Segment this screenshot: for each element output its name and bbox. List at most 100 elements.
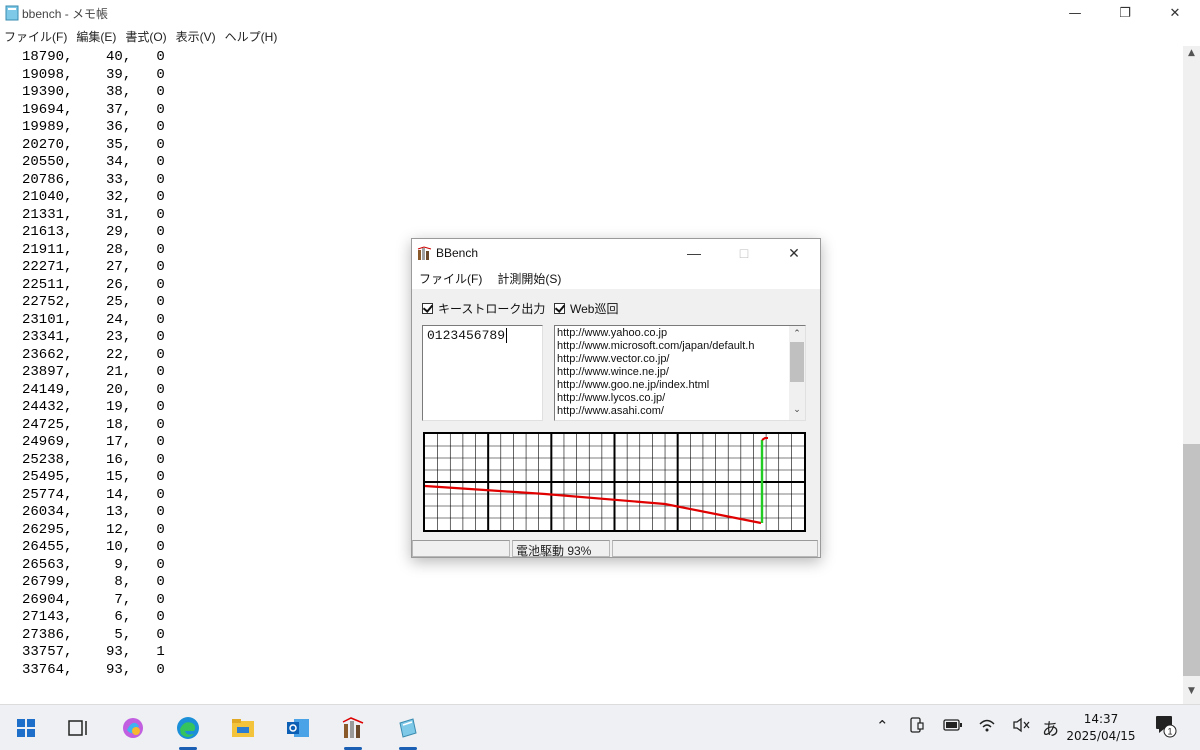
url-item[interactable]: http://www.asahi.com/ [557,405,787,418]
text-line: 24149, 20, 0 [22,381,165,398]
text-line: 26563, 9, 0 [22,556,165,573]
restore-button[interactable]: ❐ [1100,0,1150,26]
notification-count: 1 [1167,727,1172,737]
url-item[interactable]: http://www.lycos.co.jp/ [557,392,787,405]
web-checkbox[interactable]: Web巡回 [554,300,618,317]
copilot-icon[interactable] [118,713,148,743]
text-line: 25238, 16, 0 [22,451,165,468]
scroll-thumb[interactable] [1183,444,1200,676]
text-line: 25774, 14, 0 [22,486,165,503]
outlook-icon[interactable] [283,713,313,743]
text-line: 20786, 33, 0 [22,171,165,188]
text-line: 19989, 36, 0 [22,119,165,135]
bbench-close-button[interactable]: ✕ [771,239,817,267]
edge-icon[interactable] [173,713,203,743]
clock-date: 2025/04/15 [1066,729,1136,743]
bbench-minimize-button[interactable]: — [671,239,717,267]
url-list[interactable]: http://www.yahoo.co.jp http://www.micros… [554,325,806,421]
checkbox-checked-icon[interactable] [422,303,433,314]
web-checkbox-label: Web巡回 [570,302,619,316]
notepad-menu-bar: ファイル(F) 編集(E) 書式(O) 表示(V) ヘルプ(H) [0,26,1200,46]
menu-edit[interactable]: 編集(E) [72,26,121,46]
text-line: 23662, 22, 0 [22,346,165,363]
url-item[interactable]: http://www.goo.ne.jp/index.html [557,379,787,392]
bbench-window-title: BBench [436,246,479,260]
text-line: 21613, 29, 0 [22,224,165,240]
show-hidden-icons-icon[interactable]: ⌃ [876,717,889,735]
text-line: 26455, 10, 0 [22,539,165,555]
text-line: 23897, 21, 0 [22,364,165,380]
bbench-status-bar: 電池駆動 93% [412,540,820,558]
text-line: 26904, 7, 0 [22,591,165,608]
clock-time: 14:37 [1083,712,1119,726]
battery-recovery-mark [761,437,768,441]
battery-graph [423,432,806,532]
text-line: 18790, 40, 0 [22,49,165,65]
task-view-icon[interactable] [63,713,93,743]
url-list-scroll-thumb[interactable] [790,342,804,382]
text-line: 27143, 6, 0 [22,609,165,625]
scroll-down-icon[interactable]: ▼ [1183,686,1200,702]
url-item[interactable]: http://www.wince.ne.jp/ [557,366,787,379]
wifi-icon[interactable] [978,717,996,737]
url-list-scrollbar[interactable]: ⌃ ⌄ [789,326,805,420]
text-line: 21331, 31, 0 [22,206,165,223]
keystroke-checkbox-label: キーストローク出力 [438,302,546,316]
text-line: 24725, 18, 0 [22,416,165,433]
text-line: 26799, 8, 0 [22,574,165,590]
status-battery-text: 電池駆動 93% [512,540,610,558]
text-line: 22511, 26, 0 [22,276,165,293]
url-item[interactable]: http://www.vector.co.jp/ [557,353,787,366]
keystroke-checkbox[interactable]: キーストローク出力 [422,300,545,317]
notepad-app-icon [5,5,19,21]
scroll-up-icon[interactable]: ▲ [1183,48,1200,64]
notepad-title-bar: bbench - メモ帳 — ❐ ✕ [0,0,1200,26]
menu-format[interactable]: 書式(O) [121,26,171,46]
start-icon[interactable] [11,713,41,743]
bbench-window: BBench — □ ✕ ファイル(F) 計測開始(S) キーストローク出力 W… [411,238,821,558]
keystroke-output-text: 0123456789 [427,328,506,343]
phone-link-icon[interactable] [908,717,924,737]
explorer-icon[interactable] [228,713,258,743]
text-line: 33757, 93, 1 [22,644,165,660]
chevron-down-icon[interactable]: ⌄ [789,404,805,418]
text-line: 23341, 23, 0 [22,329,165,345]
checkbox-checked-icon[interactable] [554,303,565,314]
notepad-window-title: bbench - メモ帳 [22,7,109,21]
taskbar: ⌃ あ 14:37 2025/04/15 1 [0,704,1200,750]
notepad-icon[interactable] [393,713,423,743]
bbench-body: キーストローク出力 Web巡回 0123456789 http://www.ya… [412,290,820,558]
url-item[interactable]: http://www.microsoft.com/japan/default.h [557,340,787,353]
status-segment-empty [612,540,818,557]
bbench-menu-bar: ファイル(F) 計測開始(S) [412,267,820,289]
text-line: 20270, 35, 0 [22,136,165,153]
bbench-menu-file[interactable]: ファイル(F) [412,267,490,289]
menu-view[interactable]: 表示(V) [172,26,221,46]
text-line: 21040, 32, 0 [22,189,165,205]
menu-file[interactable]: ファイル(F) [0,26,72,46]
chevron-up-icon[interactable]: ⌃ [789,328,805,342]
url-item[interactable]: http://www.yahoo.co.jp [557,327,787,340]
text-line: 24969, 17, 0 [22,434,165,450]
speaker-mute-icon[interactable] [1012,717,1030,737]
clock[interactable]: 14:37 2025/04/15 [1066,711,1136,745]
text-line: 20550, 34, 0 [22,154,165,170]
text-line: 19694, 37, 0 [22,101,165,118]
text-line: 19390, 38, 0 [22,84,165,100]
text-line: 24432, 19, 0 [22,399,165,415]
keystroke-output-field[interactable]: 0123456789 [422,325,543,421]
text-line: 33764, 93, 0 [22,661,165,678]
menu-help[interactable]: ヘルプ(H) [221,26,283,46]
bbench-icon[interactable] [338,713,368,743]
status-segment-empty [412,540,510,557]
minimize-button[interactable]: — [1050,0,1100,26]
bbench-menu-start-measure[interactable]: 計測開始(S) [490,267,569,289]
notepad-vertical-scrollbar[interactable]: ▲ ▼ [1183,46,1200,704]
close-button[interactable]: ✕ [1150,0,1200,26]
text-line: 23101, 24, 0 [22,311,165,328]
ime-indicator[interactable]: あ [1042,715,1059,740]
battery-icon[interactable] [943,717,963,735]
text-line: 22752, 25, 0 [22,294,165,310]
notification-icon[interactable]: 1 [1155,714,1177,742]
text-line: 25495, 15, 0 [22,469,165,485]
